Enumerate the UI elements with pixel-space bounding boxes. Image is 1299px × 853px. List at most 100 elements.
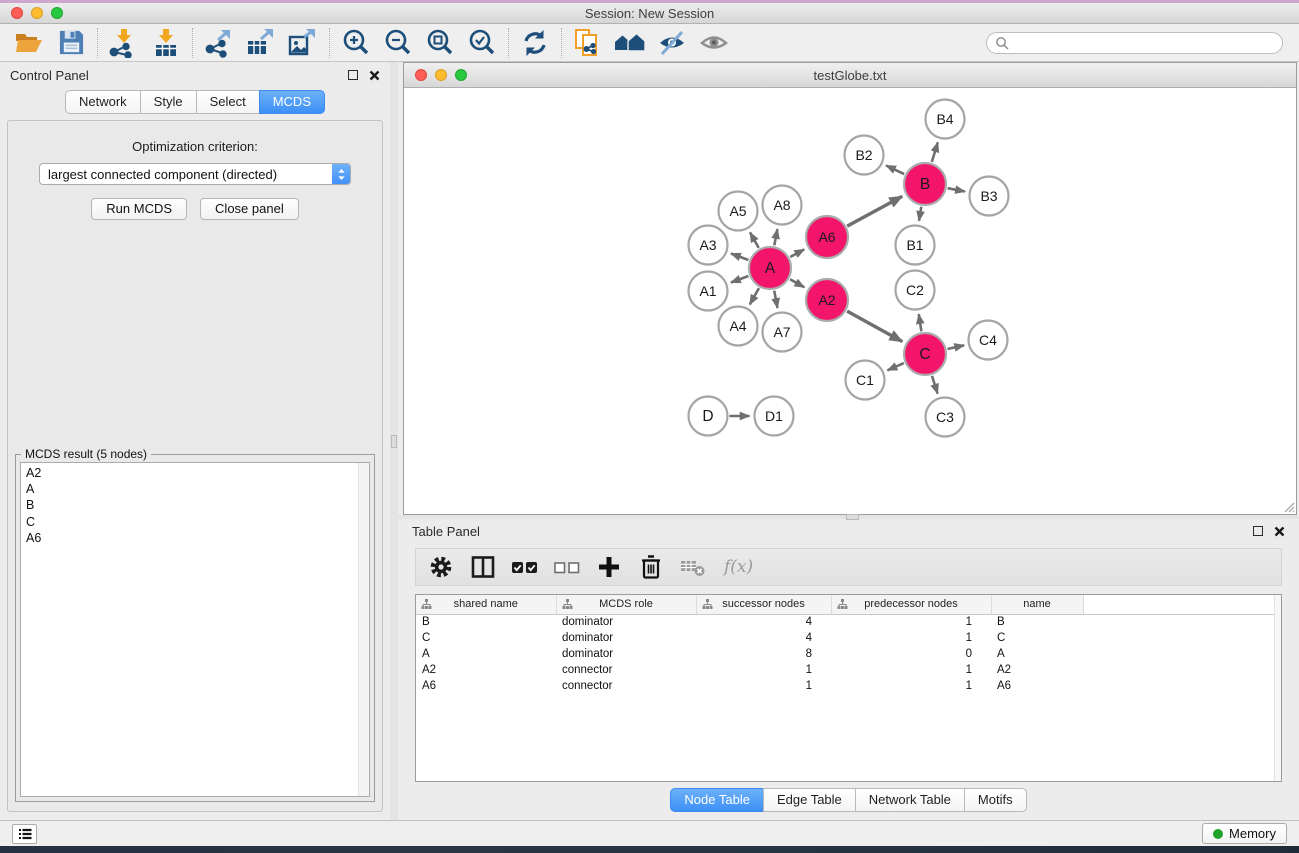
show-all-button[interactable] — [693, 26, 735, 60]
tab-select[interactable]: Select — [196, 90, 260, 114]
zoom-in-button[interactable] — [335, 26, 377, 60]
cell-shared-name[interactable]: A — [416, 646, 556, 662]
graph-edge-A-A2[interactable] — [790, 279, 804, 287]
close-panel-button[interactable]: Close panel — [200, 198, 299, 220]
cell-successor-nodes[interactable]: 1 — [696, 678, 831, 694]
graph-node-B4[interactable]: B4 — [926, 100, 965, 139]
run-mcds-button[interactable]: Run MCDS — [91, 198, 187, 220]
graph-node-D1[interactable]: D1 — [755, 397, 794, 436]
cell-predecessor-nodes[interactable]: 0 — [831, 646, 991, 662]
zoom-out-button[interactable] — [377, 26, 419, 60]
minimize-window-button[interactable] — [31, 7, 43, 19]
tab-style[interactable]: Style — [140, 90, 197, 114]
graph-node-A2[interactable]: A2 — [806, 279, 848, 321]
graph-node-C[interactable]: C — [904, 333, 946, 375]
delete-table-button[interactable] — [678, 552, 708, 582]
cell-predecessor-nodes[interactable]: 1 — [831, 662, 991, 678]
export-table-button[interactable] — [240, 26, 282, 60]
float-panel-icon[interactable] — [1253, 526, 1263, 536]
graph-node-A3[interactable]: A3 — [689, 226, 728, 265]
cell-name[interactable]: B — [991, 614, 1083, 630]
network-graph[interactable]: B4B2BB3A8A5A6A3B1AC2A1A2A4A7C4CC1DD1C3 — [404, 88, 1296, 513]
task-history-button[interactable] — [12, 824, 37, 844]
apply-layout-button[interactable] — [609, 26, 651, 60]
graph-node-B1[interactable]: B1 — [896, 226, 935, 265]
table-row[interactable]: Cdominator41C — [416, 630, 1281, 646]
tab-edge-table[interactable]: Edge Table — [763, 788, 856, 812]
graph-edge-B-B2[interactable] — [886, 166, 904, 175]
column-header-name[interactable]: name — [991, 595, 1083, 614]
graph-node-A[interactable]: A — [749, 247, 791, 289]
graph-edge-C-C4[interactable] — [948, 345, 965, 349]
search-box[interactable] — [986, 32, 1283, 54]
deselect-all-rows-button[interactable] — [552, 552, 582, 582]
mcds-result-item[interactable]: B — [26, 497, 369, 513]
delete-column-button[interactable] — [636, 552, 666, 582]
cell-shared-name[interactable]: A2 — [416, 662, 556, 678]
cell-predecessor-nodes[interactable]: 1 — [831, 614, 991, 630]
column-header-successor-nodes[interactable]: successor nodes — [696, 595, 831, 614]
cell-name[interactable]: A — [991, 646, 1083, 662]
memory-button[interactable]: Memory — [1202, 823, 1287, 844]
search-input[interactable] — [1014, 36, 1274, 50]
table-row[interactable]: A6connector11A6 — [416, 678, 1281, 694]
graph-node-C3[interactable]: C3 — [926, 398, 965, 437]
graph-edge-C-C2[interactable] — [919, 314, 922, 331]
column-header-mcds-role[interactable]: MCDS role — [556, 595, 696, 614]
optimization-criterion-select[interactable]: largest connected component (directed) — [39, 163, 351, 185]
hide-selected-button[interactable] — [651, 26, 693, 60]
graph-edge-B-B1[interactable] — [919, 207, 921, 221]
cell-shared-name[interactable]: C — [416, 630, 556, 646]
close-window-button[interactable] — [11, 7, 23, 19]
graph-edge-A-A8[interactable] — [774, 229, 777, 245]
vertical-splitter[interactable] — [390, 62, 398, 820]
table-scrollbar[interactable] — [1274, 595, 1281, 781]
graph-edge-A6-B[interactable] — [847, 196, 902, 226]
graph-node-A6[interactable]: A6 — [806, 216, 848, 258]
horizontal-splitter[interactable] — [398, 515, 1299, 519]
open-session-button[interactable] — [8, 26, 50, 60]
cell-mcds-role[interactable]: connector — [556, 662, 696, 678]
graph-edge-A-A6[interactable] — [790, 249, 804, 257]
column-header-shared-name[interactable]: shared name — [416, 595, 556, 614]
table-row[interactable]: Adominator80A — [416, 646, 1281, 662]
cell-mcds-role[interactable]: dominator — [556, 614, 696, 630]
cell-successor-nodes[interactable]: 4 — [696, 614, 831, 630]
cell-name[interactable]: A6 — [991, 678, 1083, 694]
cell-predecessor-nodes[interactable]: 1 — [831, 630, 991, 646]
graph-node-A7[interactable]: A7 — [763, 313, 802, 352]
zoom-window-button[interactable] — [51, 7, 63, 19]
table-row[interactable]: Bdominator41B — [416, 614, 1281, 630]
graph-edge-A-A7[interactable] — [774, 291, 777, 308]
tab-network-table[interactable]: Network Table — [855, 788, 965, 812]
minimize-network-button[interactable] — [435, 69, 447, 81]
cell-shared-name[interactable]: B — [416, 614, 556, 630]
close-panel-icon[interactable] — [369, 70, 380, 81]
graph-node-B2[interactable]: B2 — [845, 136, 884, 175]
result-scrollbar[interactable] — [358, 463, 369, 796]
zoom-network-button[interactable] — [455, 69, 467, 81]
tab-motifs[interactable]: Motifs — [964, 788, 1027, 812]
resize-grip-icon[interactable] — [1282, 500, 1295, 513]
graph-edge-B-B4[interactable] — [932, 142, 938, 162]
import-table-button[interactable] — [145, 26, 187, 60]
export-network-button[interactable] — [198, 26, 240, 60]
cell-successor-nodes[interactable]: 4 — [696, 630, 831, 646]
tab-node-table[interactable]: Node Table — [670, 788, 764, 812]
new-network-from-selection-button[interactable] — [567, 26, 609, 60]
graph-node-A4[interactable]: A4 — [719, 307, 758, 346]
mcds-result-item[interactable]: A6 — [26, 530, 369, 546]
cell-mcds-role[interactable]: connector — [556, 678, 696, 694]
graph-edge-A-A4[interactable] — [750, 288, 759, 304]
graph-edge-C-C3[interactable] — [932, 376, 938, 394]
cell-name[interactable]: A2 — [991, 662, 1083, 678]
zoom-fit-button[interactable] — [419, 26, 461, 60]
show-column-button[interactable] — [468, 552, 498, 582]
splitter-handle[interactable] — [391, 435, 397, 448]
cell-mcds-role[interactable]: dominator — [556, 646, 696, 662]
graph-edge-A-A5[interactable] — [750, 232, 759, 248]
network-canvas[interactable]: B4B2BB3A8A5A6A3B1AC2A1A2A4A7C4CC1DD1C3 — [404, 88, 1296, 514]
close-network-button[interactable] — [415, 69, 427, 81]
splitter-handle[interactable] — [846, 514, 859, 520]
graph-edge-C-C1[interactable] — [888, 363, 904, 370]
